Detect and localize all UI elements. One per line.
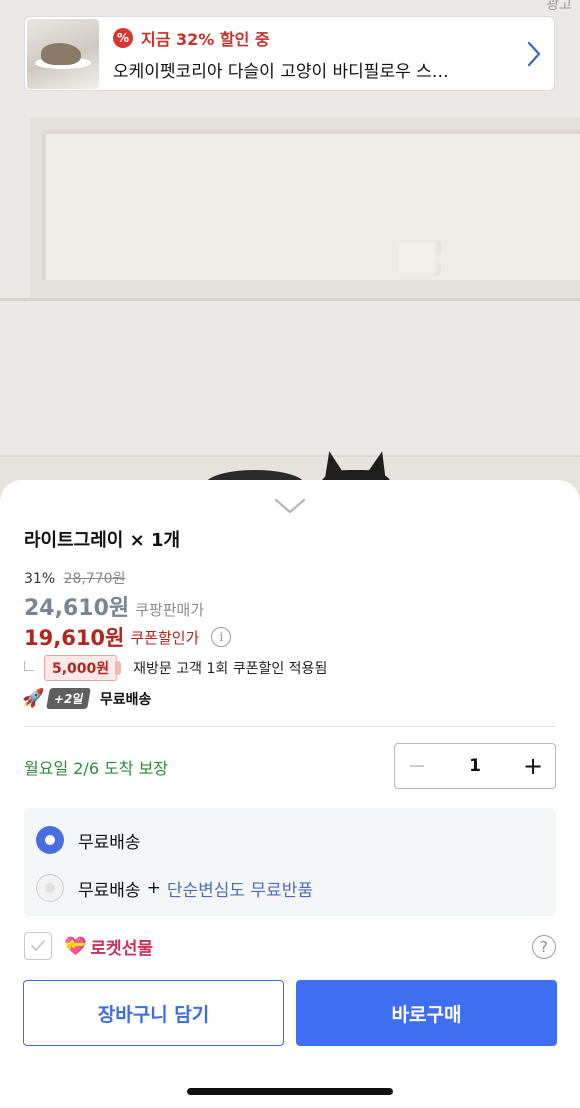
rocket-icon: 🚀 — [22, 688, 45, 709]
shipping-option-free-return[interactable]: 무료배송 + 단순변심도 무료반품 — [36, 874, 313, 902]
coupon-price-row: 19,610원 쿠폰할인가 i — [24, 622, 232, 652]
plus-sign: + — [146, 878, 161, 898]
increase-quantity-button[interactable]: + — [511, 752, 555, 780]
ad-headline: 지금 32% 할인 중 — [141, 29, 270, 49]
selected-option-title: 라이트그레이 × 1개 — [24, 530, 181, 551]
discount-row: 31% 28,770원 — [24, 568, 125, 588]
delivery-row: 🚀 +2일 무료배송 — [22, 688, 151, 709]
ad-product-name: 오케이펫코리아 다슬이 고양이 바디필로우 스… — [113, 61, 449, 82]
decrease-quantity-button[interactable]: − — [395, 754, 439, 779]
rocket-gift-label: 로켓선물 — [90, 938, 153, 959]
delivery-days-badge: +2일 — [46, 688, 92, 709]
ad-headline-row: % 지금 32% 할인 중 — [113, 26, 514, 50]
shelf-edge — [0, 298, 580, 301]
shipping-options: 무료배송 무료배송 + 단순변심도 무료반품 — [24, 808, 556, 916]
rocket-gift-row: 💝 로켓선물 — [24, 932, 153, 960]
gift-checkbox[interactable] — [24, 932, 52, 960]
coupon-detail-row: 5,000원 재방문 고객 1회 쿠폰할인 적용됨 — [24, 655, 327, 681]
shipping-option-label: 무료배송 — [78, 832, 141, 853]
purchase-sheet: 라이트그레이 × 1개 31% 28,770원 24,610원 쿠팡판매가 19… — [0, 480, 580, 1108]
question-icon[interactable]: ? — [532, 935, 556, 959]
ad-banner[interactable]: % 지금 32% 할인 중 오케이펫코리아 다슬이 고양이 바디필로우 스… — [24, 16, 555, 91]
coupon-price-label: 쿠폰할인가 — [130, 628, 200, 647]
chevron-down-icon[interactable] — [274, 498, 306, 518]
original-price: 28,770원 — [63, 571, 126, 587]
delivery-type: 무료배송 — [99, 691, 152, 708]
sale-price-row: 24,610원 쿠팡판매가 — [24, 590, 204, 622]
info-icon[interactable]: i — [211, 627, 232, 647]
add-to-cart-button[interactable]: 장바구니 담기 — [23, 980, 284, 1046]
coupon-amount-badge: 5,000원 — [44, 655, 122, 681]
heart-gift-icon: 💝 — [64, 935, 87, 957]
ad-thumbnail — [27, 18, 99, 89]
buy-now-button[interactable]: 바로구매 — [296, 980, 557, 1046]
home-indicator — [187, 1088, 393, 1095]
mug — [399, 240, 441, 276]
shelf-inner — [42, 130, 580, 280]
elbow-connector — [24, 661, 34, 671]
free-return-link[interactable]: 단순변심도 무료반품 — [167, 876, 313, 901]
radio-unselected[interactable] — [36, 874, 64, 902]
quantity-stepper: − 1 + — [394, 743, 556, 789]
discount-percent: 31% — [24, 571, 56, 587]
shipping-option-label: 무료배송 — [78, 880, 141, 901]
ad-text: % 지금 32% 할인 중 오케이펫코리아 다슬이 고양이 바디필로우 스… — [113, 26, 514, 82]
quantity-value[interactable]: 1 — [469, 756, 481, 776]
mug-handle — [437, 249, 455, 267]
radio-selected[interactable] — [36, 826, 64, 854]
arrival-guarantee: 월요일 2/6 도착 보장 — [24, 759, 169, 778]
chevron-right-icon[interactable] — [514, 41, 554, 67]
coupon-price: 19,610원 — [24, 626, 125, 650]
sale-price-label: 쿠팡판매가 — [135, 601, 205, 619]
percent-badge-icon: % — [113, 27, 133, 48]
coupon-description: 재방문 고객 1회 쿠폰할인 적용됨 — [133, 661, 328, 677]
shipping-option-free[interactable]: 무료배송 — [36, 826, 141, 854]
sale-price: 24,610원 — [24, 596, 130, 621]
ad-corner-label: 광고 — [546, 0, 572, 13]
divider — [24, 726, 556, 727]
